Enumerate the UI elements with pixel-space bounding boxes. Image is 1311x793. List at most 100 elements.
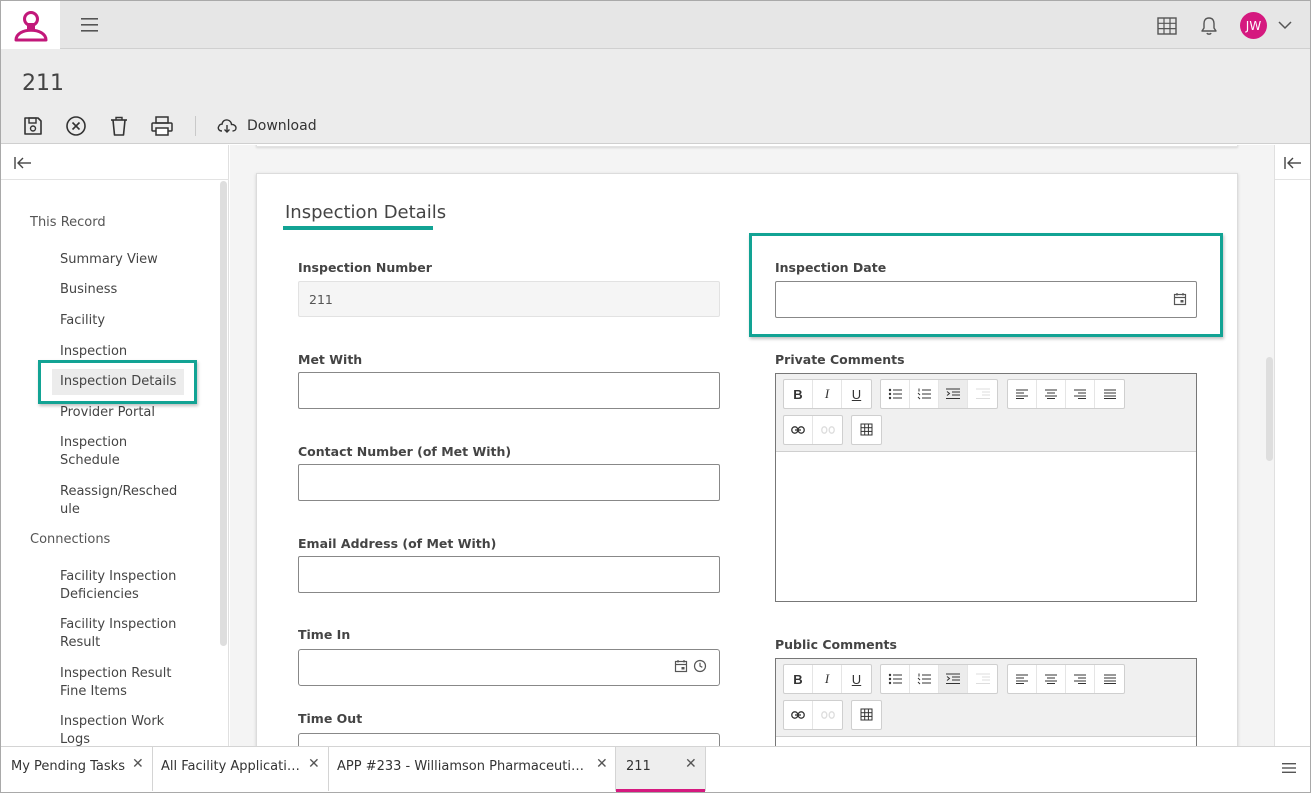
sidebar-item-inspection-schedule[interactable]: Inspection Schedule — [60, 434, 140, 470]
right-rail-divider — [1275, 179, 1310, 180]
align-left-button[interactable] — [1008, 665, 1037, 693]
met-with-input[interactable] — [298, 372, 720, 409]
numbered-list-button[interactable] — [910, 665, 939, 693]
indent-button[interactable] — [939, 665, 968, 693]
rte-link-group — [783, 700, 843, 730]
download-button[interactable]: Download — [216, 117, 317, 135]
email-address-input[interactable] — [298, 556, 720, 593]
insert-link-button[interactable] — [784, 416, 813, 444]
underline-button[interactable]: U — [842, 665, 871, 693]
unlink-icon — [820, 711, 835, 719]
align-right-button[interactable] — [1066, 665, 1095, 693]
user-menu-toggle[interactable] — [1276, 17, 1294, 33]
toolbar-separator — [195, 116, 196, 136]
collapse-sidebar-button[interactable] — [13, 155, 33, 176]
sidebar-item-summary-view[interactable]: Summary View — [60, 251, 200, 269]
cancel-button[interactable] — [64, 114, 88, 138]
tab-label: All Facility Application — [161, 759, 301, 774]
table-icon — [860, 708, 872, 721]
tab-close-button[interactable]: ✕ — [596, 756, 608, 772]
tab-all-facility-application[interactable]: All Facility Application ✕ — [153, 747, 329, 791]
sidebar-item-reassign-reschedule[interactable]: Reassign/Reschedule — [60, 483, 178, 519]
time-in-input[interactable] — [298, 649, 720, 686]
time-in-clock-button[interactable] — [693, 659, 707, 678]
numbered-list-button[interactable] — [910, 380, 939, 408]
expand-right-panel-button[interactable] — [1283, 155, 1303, 176]
sidebar-section-connections: Connections — [30, 532, 111, 547]
app-window: JW 211 Download This Record Summary View… — [0, 0, 1311, 793]
private-comments-label: Private Comments — [775, 352, 905, 367]
cancel-icon — [66, 116, 86, 136]
sidebar-item-inspection-work-logs[interactable]: Inspection Work Logs — [60, 713, 178, 749]
remove-link-button[interactable] — [813, 701, 842, 729]
rte-table-group — [851, 700, 882, 730]
insert-table-button[interactable] — [852, 701, 881, 729]
email-address-label: Email Address (of Met With) — [298, 536, 497, 551]
public-comments-label: Public Comments — [775, 637, 897, 652]
record-header: 211 Download — [1, 49, 1310, 144]
italic-button[interactable]: I — [813, 665, 842, 693]
tab-app-233[interactable]: APP #233 - Williamson Pharmaceutica... ✕ — [329, 747, 616, 791]
indent-icon — [946, 673, 960, 684]
chevron-down-icon — [1278, 20, 1292, 29]
save-button[interactable] — [21, 114, 45, 138]
tab-overflow-menu-button[interactable] — [1282, 761, 1296, 779]
tab-close-button[interactable]: ✕ — [685, 756, 697, 772]
tab-label: APP #233 - Williamson Pharmaceutica... — [337, 759, 585, 774]
printer-icon — [151, 116, 173, 136]
sidebar-item-inspection-result-fine-items[interactable]: Inspection Result Fine Items — [60, 665, 178, 701]
sidebar-item-facility-inspection-result[interactable]: Facility Inspection Result — [60, 616, 178, 652]
remove-link-button[interactable] — [813, 416, 842, 444]
align-right-button[interactable] — [1066, 380, 1095, 408]
sidebar-scrollbar[interactable] — [220, 181, 227, 646]
underline-button[interactable]: U — [842, 380, 871, 408]
justify-button[interactable] — [1095, 380, 1124, 408]
contact-number-input[interactable] — [298, 464, 720, 501]
tab-211[interactable]: 211 ✕ — [616, 747, 706, 792]
italic-button[interactable]: I — [813, 380, 842, 408]
delete-button[interactable] — [107, 114, 131, 138]
main-menu-button[interactable] — [79, 15, 101, 35]
align-left-button[interactable] — [1008, 380, 1037, 408]
time-out-input[interactable] — [298, 733, 720, 746]
tab-my-pending-tasks[interactable]: My Pending Tasks ✕ — [1, 747, 153, 791]
notifications-button[interactable] — [1197, 14, 1221, 38]
align-left-icon — [1016, 674, 1028, 684]
bullet-list-button[interactable] — [881, 665, 910, 693]
print-button[interactable] — [150, 114, 174, 138]
align-center-button[interactable] — [1037, 665, 1066, 693]
main-scrollbar[interactable] — [1266, 357, 1273, 461]
highlight-inspection-date — [749, 233, 1223, 337]
sidebar-item-facility[interactable]: Facility — [60, 312, 200, 330]
insert-link-button[interactable] — [784, 701, 813, 729]
sidebar-item-inspection[interactable]: Inspection — [60, 343, 200, 361]
align-left-icon — [1016, 389, 1028, 399]
bold-button[interactable]: B — [784, 665, 813, 693]
sidebar-item-provider-portal[interactable]: Provider Portal — [60, 404, 200, 422]
sidebar-item-facility-inspection-deficiencies[interactable]: Facility Inspection Deficiencies — [60, 568, 178, 604]
apps-grid-button[interactable] — [1155, 14, 1179, 38]
justify-button[interactable] — [1095, 665, 1124, 693]
tab-close-button[interactable]: ✕ — [308, 756, 320, 772]
public-comments-editor[interactable]: B I U — [775, 658, 1197, 746]
insert-table-button[interactable] — [852, 416, 881, 444]
app-logo[interactable] — [1, 1, 60, 49]
bullet-list-icon — [888, 673, 902, 685]
clock-icon — [693, 659, 707, 673]
indent-button[interactable] — [939, 380, 968, 408]
align-center-button[interactable] — [1037, 380, 1066, 408]
record-toolbar: Download — [21, 113, 317, 139]
time-in-calendar-button[interactable] — [674, 659, 688, 678]
grid-icon — [1157, 17, 1177, 35]
outdent-button[interactable] — [968, 665, 997, 693]
private-comments-editor[interactable]: B I U — [775, 373, 1197, 602]
sidebar-item-business[interactable]: Business — [60, 281, 200, 299]
rte-align-group — [1007, 664, 1125, 694]
outdent-button[interactable] — [968, 380, 997, 408]
user-avatar[interactable]: JW — [1240, 12, 1267, 39]
bullet-list-button[interactable] — [881, 380, 910, 408]
bold-button[interactable]: B — [784, 380, 813, 408]
tab-close-button[interactable]: ✕ — [132, 756, 144, 772]
trash-icon — [111, 116, 127, 136]
private-comments-toolbar: B I U — [776, 374, 1196, 452]
